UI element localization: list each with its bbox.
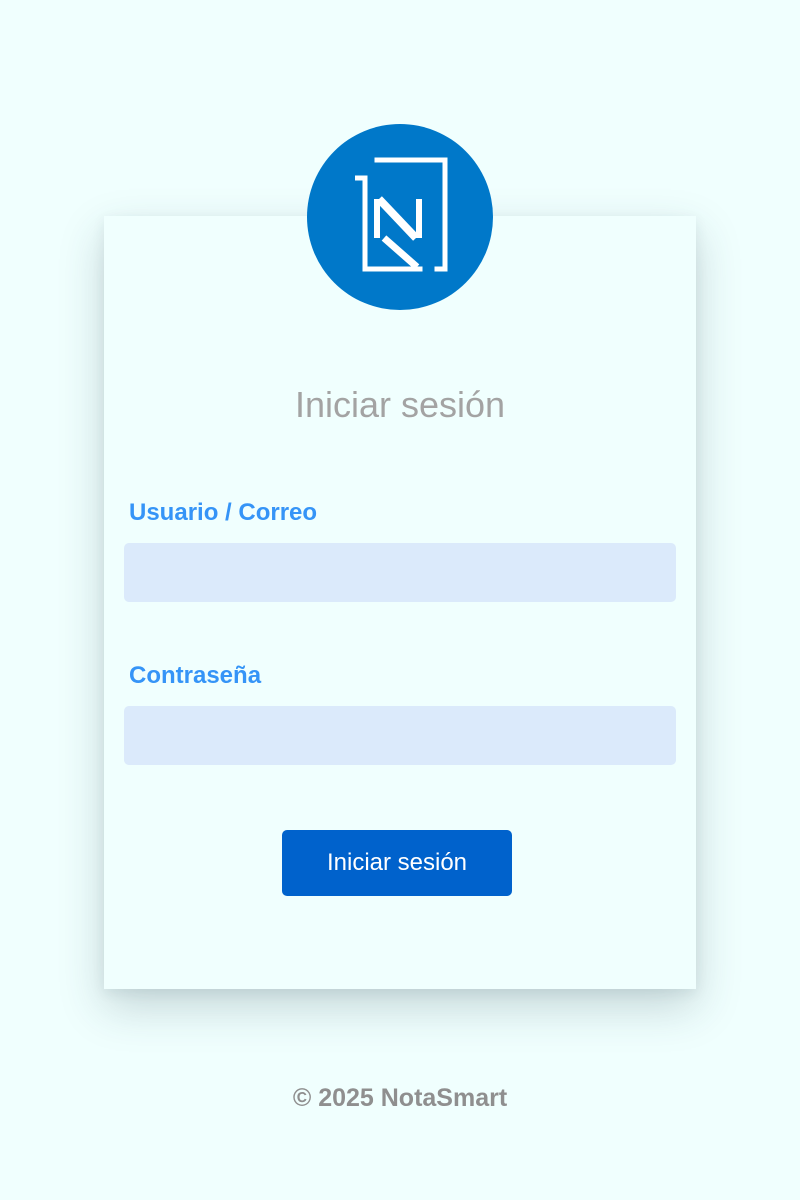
password-input[interactable] [124, 706, 676, 765]
notasmart-n-logo-icon [355, 157, 448, 272]
login-button[interactable]: Iniciar sesión [282, 830, 512, 896]
username-label: Usuario / Correo [129, 499, 318, 526]
logo [307, 124, 493, 310]
username-input[interactable] [124, 543, 676, 602]
copyright-text: © 2025 NotaSmart [292, 1084, 508, 1112]
password-label: Contraseña [129, 662, 262, 689]
page-title: Iniciar sesión [294, 384, 506, 425]
